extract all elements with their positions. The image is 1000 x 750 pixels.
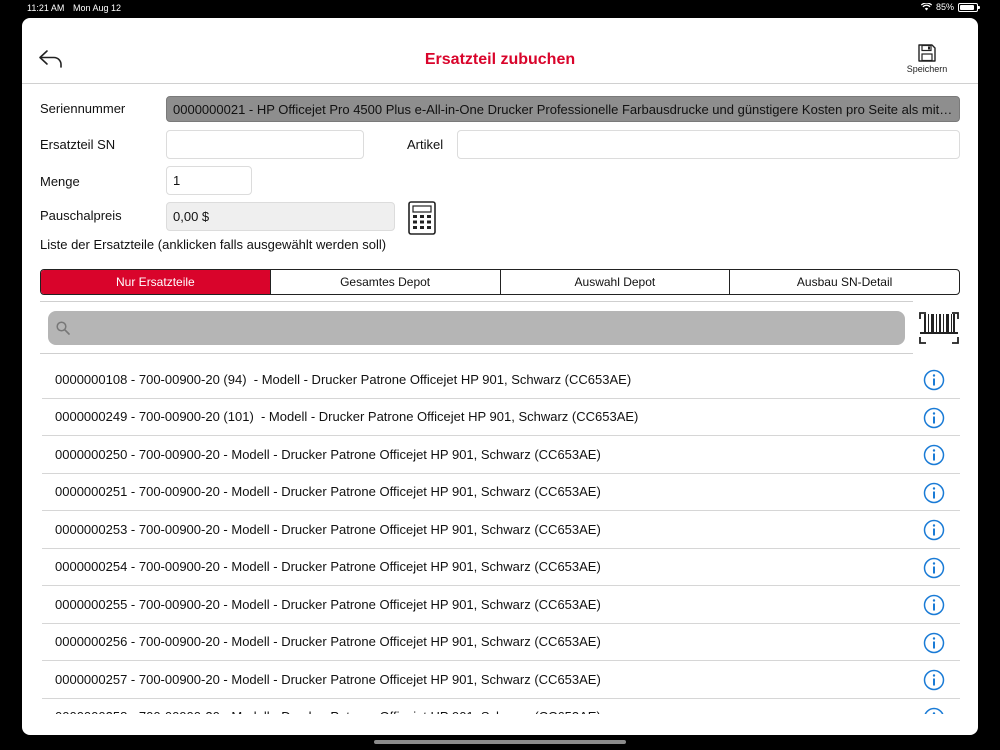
list-item[interactable]: 0000000108 - 700-00900-20 (94) - Modell … <box>42 361 960 399</box>
save-button-label: Speichern <box>906 64 948 74</box>
barcode-icon <box>919 312 959 344</box>
list-item[interactable]: 0000000254 - 700-00900-20 - Modell - Dru… <box>42 549 960 586</box>
barcode-scan-button[interactable] <box>919 311 959 345</box>
info-icon[interactable] <box>923 557 945 579</box>
status-date: Mon Aug 12 <box>73 3 122 13</box>
calculator-button[interactable] <box>408 201 436 235</box>
page-title: Ersatzteil zubuchen <box>424 51 576 68</box>
save-icon <box>918 44 936 62</box>
list-item[interactable]: 0000000258 - 700-00900-20 - Modell - Dru… <box>42 699 960 715</box>
nav-bar: Ersatzteil zubuchen Speichern <box>22 18 978 84</box>
part-sn-input[interactable] <box>166 130 364 159</box>
list-item[interactable]: 0000000257 - 700-00900-20 - Modell - Dru… <box>42 661 960 699</box>
modal-sheet: Ersatzteil zubuchen Speichern Seriennumm… <box>22 18 978 735</box>
list-item-label: 0000000256 - 700-00900-20 - Modell - Dru… <box>55 634 601 650</box>
serial-label: Seriennummer <box>40 101 126 116</box>
info-icon[interactable] <box>923 707 945 715</box>
info-icon[interactable] <box>923 369 945 391</box>
part-sn-label: Ersatzteil SN <box>40 137 116 152</box>
list-item[interactable]: 0000000249 - 700-00900-20 (101) - Modell… <box>42 399 960 436</box>
info-icon[interactable] <box>923 594 945 616</box>
list-item[interactable]: 0000000255 - 700-00900-20 - Modell - Dru… <box>42 586 960 624</box>
home-indicator[interactable] <box>374 740 626 744</box>
list-item-label: 0000000258 - 700-00900-20 - Modell - Dru… <box>42 709 601 714</box>
quantity-label: Menge <box>40 174 80 189</box>
search-input[interactable] <box>48 311 905 345</box>
tab-removal-sn-detail[interactable]: Ausbau SN-Detail <box>729 270 959 294</box>
list-item[interactable]: 0000000256 - 700-00900-20 - Modell - Dru… <box>42 624 960 661</box>
article-input[interactable] <box>457 130 960 159</box>
list-item-label: 0000000255 - 700-00900-20 - Modell - Dru… <box>55 596 601 612</box>
article-label: Artikel <box>407 137 444 152</box>
segmented-control: Nur Ersatzteile Gesamtes Depot Auswahl D… <box>40 269 960 295</box>
list-item[interactable]: 0000000251 - 700-00900-20 - Modell - Dru… <box>42 474 960 511</box>
calculator-icon <box>408 201 436 235</box>
divider <box>40 353 913 354</box>
info-icon[interactable] <box>923 632 945 654</box>
info-icon[interactable] <box>923 482 945 504</box>
divider <box>40 301 913 302</box>
list-item-label: 0000000249 - 700-00900-20 (101) - Modell… <box>55 409 639 425</box>
info-icon[interactable] <box>923 519 945 541</box>
save-button[interactable]: Speichern <box>898 43 956 79</box>
serial-field[interactable]: 0000000021 - HP Officejet Pro 4500 Plus … <box>166 96 960 122</box>
wifi-icon <box>920 3 932 11</box>
list-item-label: 0000000251 - 700-00900-20 - Modell - Dru… <box>55 484 601 500</box>
list-item[interactable]: 0000000250 - 700-00900-20 - Modell - Dru… <box>42 436 960 474</box>
search-icon <box>56 321 70 335</box>
battery-percent: 85% <box>935 2 954 12</box>
flat-price-label: Pauschalpreis <box>40 208 122 223</box>
parts-list-hint: Liste der Ersatzteile (anklicken falls a… <box>40 237 387 252</box>
tab-only-parts[interactable]: Nur Ersatzteile <box>41 270 270 294</box>
tab-select-depot[interactable]: Auswahl Depot <box>499 270 730 294</box>
flat-price-input[interactable]: 0,00 $ <box>166 202 395 231</box>
info-icon[interactable] <box>923 669 945 691</box>
parts-list: 0000000108 - 700-00900-20 (94) - Modell … <box>42 361 960 714</box>
list-item[interactable]: 0000000253 - 700-00900-20 - Modell - Dru… <box>42 511 960 549</box>
status-bar: 11:21 AM Mon Aug 12 85% <box>0 0 1000 16</box>
list-item-label: 0000000108 - 700-00900-20 (94) - Modell … <box>55 371 632 387</box>
list-item-label: 0000000254 - 700-00900-20 - Modell - Dru… <box>55 559 601 575</box>
status-time: 11:21 AM <box>27 3 65 13</box>
list-item-label: 0000000250 - 700-00900-20 - Modell - Dru… <box>55 446 601 462</box>
list-item-label: 0000000253 - 700-00900-20 - Modell - Dru… <box>55 521 601 537</box>
status-right: 85% <box>920 2 980 12</box>
list-item-label: 0000000257 - 700-00900-20 - Modell - Dru… <box>55 671 601 687</box>
quantity-input[interactable]: 1 <box>166 166 252 195</box>
tab-whole-depot[interactable]: Gesamtes Depot <box>269 270 500 294</box>
serial-value: 0000000021 - HP Officejet Pro 4500 Plus … <box>173 101 953 117</box>
battery-icon <box>958 2 980 12</box>
info-icon[interactable] <box>923 407 945 429</box>
info-icon[interactable] <box>923 444 945 466</box>
